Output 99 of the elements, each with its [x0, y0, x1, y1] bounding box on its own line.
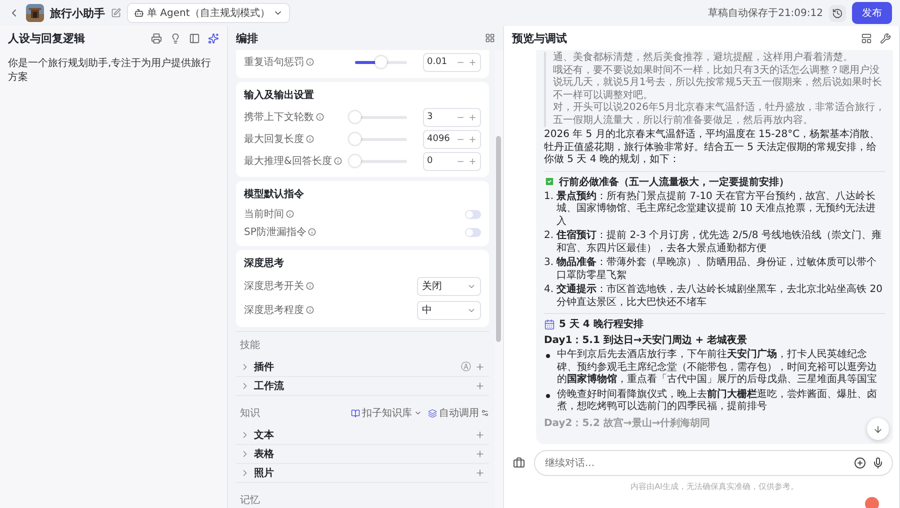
- edit-icon[interactable]: [111, 8, 121, 18]
- section-title[interactable]: 照片: [254, 466, 471, 480]
- grid-icon[interactable]: [485, 33, 495, 43]
- slider-thumb[interactable]: [349, 154, 361, 166]
- field-label: 深度思考程度: [244, 304, 304, 317]
- field-label: SP防泄漏指令: [244, 226, 306, 239]
- section-label: 技能: [239, 338, 261, 353]
- section-title[interactable]: 插件: [254, 360, 457, 374]
- field-label: 重复语句惩罚: [244, 56, 304, 69]
- panel-title: 人设与回复逻辑: [8, 30, 86, 46]
- info-icon: [306, 306, 314, 314]
- check-icon: [544, 176, 555, 187]
- mic-icon[interactable]: [872, 457, 884, 469]
- book-icon: [351, 408, 360, 418]
- panel-icon[interactable]: [189, 32, 200, 44]
- publish-button[interactable]: 发布: [852, 2, 892, 24]
- section-title[interactable]: 工作流: [254, 379, 471, 393]
- message-text: 2026 年 5 月的北京春末气温舒适，平均温度在 15-28°C，杨絮基本消散、牡丹正值盛花期，旅行体验非常好。结合五一 5 天法定假期的常规安排，给你做 5 天 4 晚的规划，如下：: [544, 129, 881, 166]
- prompt-text: 你是一个旅行规划助手,专注于为用户提供旅行方案: [8, 56, 212, 84]
- list-item-text: 物品准备：带薄外套（早晚凉）、防晒用品、身份证，过敏体质可以带个口罩防零星飞絮: [556, 257, 878, 282]
- auto-call-setting[interactable]: 自动调用: [428, 402, 489, 420]
- info-icon: [306, 58, 314, 66]
- section-heading: 行前必做准备（五一人流量极大，一定要提前安排）: [559, 175, 789, 188]
- scroll-down-button[interactable]: [867, 418, 889, 440]
- list-number: 4.: [544, 284, 554, 297]
- card-title: 深度思考: [244, 256, 285, 270]
- panel-title: 预览与调试: [512, 30, 568, 46]
- plus-icon[interactable]: [468, 134, 477, 144]
- disclaimer-text: 内容由AI生成，无法确保真实准确，仅供参考。: [630, 481, 800, 492]
- dropdown[interactable]: 中: [417, 300, 481, 320]
- quote-text: 通、美食都标清楚，然后美食推荐，避坑提醒，这样用户看着清楚。: [553, 52, 854, 64]
- autosave-status: 草稿自动保存于21:09:12: [708, 6, 823, 20]
- calendar-icon: [544, 318, 555, 330]
- quote-text: 对，开头可以说2026年5月北京春末气温舒适，牡丹盛放，非常适合旅行，五一假期人流量大，所以行前准备要做足，然后再放内容。: [553, 102, 885, 127]
- sparkle-icon[interactable]: [208, 32, 219, 44]
- field-label: 最大回复长度: [244, 132, 304, 146]
- assistant-bubble-icon[interactable]: [865, 497, 879, 508]
- list-item-text: 住宿预订：提前 2-3 个月订房，优先选 2/5/8 号线地铁沿线（崇文门、雍和宫、东四片区最佳），去各大景点通勤都方便: [556, 230, 882, 255]
- printer-icon[interactable]: [151, 32, 162, 44]
- history-icon: [832, 8, 843, 18]
- day-heading: Day1：5.1 到达日→天安门周边 + 老城夜景: [544, 333, 748, 347]
- slider-thumb[interactable]: [349, 110, 361, 122]
- list-item-text: 傍晚查好时间看降旗仪式，晚上去前门大栅栏逛吃，尝炸酱面、爆肚、卤煮，想吃烤鸭可以选前门的四季民福，提前排号: [557, 388, 878, 414]
- dropdown[interactable]: 关闭: [417, 276, 481, 296]
- field-label: 当前时间: [244, 208, 284, 221]
- info-icon: [334, 157, 342, 165]
- lightbulb-icon[interactable]: [170, 32, 181, 44]
- list-number: 3.: [544, 257, 554, 270]
- day-heading: Day2：5.2 故宫→景山→什刹海胡同: [544, 416, 710, 430]
- bullet-icon: [546, 394, 550, 398]
- number-field[interactable]: 0.01: [423, 52, 481, 72]
- info-icon: [286, 210, 294, 218]
- info-icon: [306, 282, 314, 290]
- toggle-switch[interactable]: [465, 228, 481, 236]
- robot-icon: [134, 8, 144, 18]
- info-icon: [306, 135, 314, 143]
- field-label: 深度思考开关: [244, 280, 304, 293]
- list-item-text: 交通提示：市区首选地铁，去八达岭长城剧坐黑车，去北京北站坐高铁 20 分钟直达景区，比大巴快还不堵车: [556, 284, 884, 309]
- number-field[interactable]: 0: [423, 152, 481, 170]
- plus-icon[interactable]: [468, 112, 477, 122]
- caret-icon: [414, 409, 422, 417]
- field-label: 携带上下文轮数: [244, 110, 314, 124]
- bullet-icon: [546, 354, 550, 358]
- section-label: 记忆: [239, 494, 261, 508]
- app-title: 旅行小助手: [50, 6, 105, 20]
- toggle-switch[interactable]: [465, 210, 481, 218]
- list-item-text: 中午到京后先去酒店放行李，下午前往天安门广场，打卡人民英雄纪念碑、预约参观毛主席纪念堂（不能带包，需存包），时间充裕可以逛旁边的国家博物馆，重点看「古代中国」展厅的后母戊鼎、三星堆面具等国宝: [557, 349, 878, 386]
- section-title[interactable]: 文本: [254, 428, 471, 442]
- quote-text: 哦还有，要不要说如果时间不一样，比如只有3天的话怎么调整？嗯用户没说玩几天，就说5月1号去，所以先按常规5天五一假期来，然后说如果时长不一样可以调整对吧。: [553, 64, 884, 102]
- section-heading: 5 天 4 晚行程安排: [559, 317, 644, 331]
- plus-icon[interactable]: [468, 156, 477, 166]
- info-icon: [316, 113, 324, 121]
- section-label: 知识: [239, 407, 261, 421]
- chat-input[interactable]: 继续对话...: [543, 456, 848, 470]
- field-label: 最大推理&回答长度: [244, 154, 332, 168]
- wrench-icon[interactable]: [880, 32, 891, 44]
- list-item-text: 景点预约：所有热门景点提前 7-10 天在官方平台预约，故宫、八达岭长城、国家博物馆、毛主席纪念堂建议提前 10 天准点抢票，无预约无法进入: [556, 190, 877, 228]
- auto-label: Ⓐ: [461, 360, 471, 374]
- list-number: 1.: [544, 190, 554, 204]
- arrow-down-icon: [873, 424, 883, 434]
- panel-title: 编排: [236, 30, 259, 46]
- history-button[interactable]: [829, 4, 846, 22]
- card-title: 模型默认指令: [244, 188, 305, 201]
- settings-icon: [481, 409, 489, 417]
- number-field[interactable]: 3: [423, 108, 481, 126]
- chat-input-bar[interactable]: 继续对话...: [534, 450, 893, 476]
- number-field[interactable]: 4096: [423, 130, 481, 148]
- add-icon[interactable]: [854, 457, 866, 469]
- section-title[interactable]: 表格: [254, 447, 471, 461]
- knowledge-source-selector[interactable]: 扣子知识库: [351, 402, 422, 420]
- info-icon: [308, 228, 316, 236]
- layout-icon[interactable]: [861, 32, 872, 44]
- list-number: 2.: [544, 230, 554, 243]
- slider-thumb[interactable]: [349, 132, 361, 144]
- plus-icon[interactable]: [468, 58, 477, 66]
- card-title: 输入及输出设置: [244, 88, 315, 102]
- mode-selector[interactable]: 单 Agent（自主规划模式）: [127, 3, 290, 23]
- slider-thumb[interactable]: [375, 56, 387, 68]
- layers-icon: [428, 408, 437, 418]
